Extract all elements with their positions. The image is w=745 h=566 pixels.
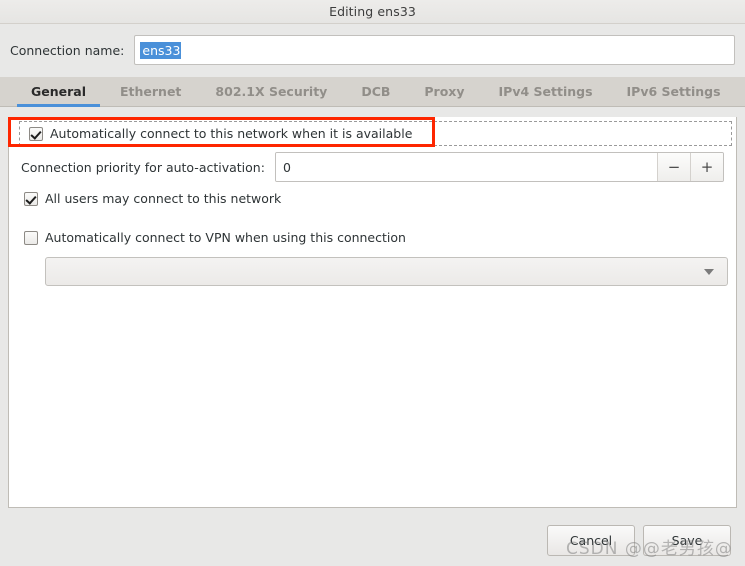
settings-tabbar: General Ethernet 802.1X Security DCB Pro… (0, 77, 745, 107)
tab-ethernet[interactable]: Ethernet (103, 77, 198, 106)
tab-dcb[interactable]: DCB (344, 77, 407, 106)
connection-priority-stepper[interactable]: 0 − + (274, 152, 724, 182)
connection-name-input[interactable]: ens33 (134, 35, 735, 65)
all-users-label: All users may connect to this network (45, 191, 282, 206)
plus-icon[interactable]: + (690, 153, 723, 181)
connection-name-value: ens33 (140, 41, 182, 59)
connection-name-row: Connection name: ens33 (0, 24, 745, 66)
cancel-button[interactable]: Cancel (547, 525, 635, 556)
auto-vpn-label: Automatically connect to VPN when using … (45, 230, 406, 245)
connection-priority-value[interactable]: 0 (275, 153, 657, 181)
all-users-row[interactable]: All users may connect to this network (24, 191, 281, 206)
auto-vpn-row[interactable]: Automatically connect to VPN when using … (24, 230, 406, 245)
general-tab-panel: Automatically connect to this network wh… (8, 117, 737, 508)
tab-general[interactable]: General (14, 77, 103, 107)
connection-priority-row: Connection priority for auto-activation:… (21, 151, 724, 183)
vpn-connection-dropdown[interactable] (45, 257, 728, 286)
tab-8021x-security[interactable]: 802.1X Security (198, 77, 344, 106)
auto-connect-row[interactable]: Automatically connect to this network wh… (19, 121, 732, 146)
dialog-footer: Cancel Save (0, 515, 745, 566)
save-button[interactable]: Save (643, 525, 731, 556)
connection-priority-label: Connection priority for auto-activation: (21, 159, 265, 175)
auto-connect-checkbox[interactable] (29, 126, 43, 141)
auto-vpn-checkbox[interactable] (24, 230, 38, 245)
minus-icon[interactable]: − (657, 153, 690, 181)
connection-name-label: Connection name: (10, 42, 125, 58)
window-title: Editing ens33 (329, 4, 416, 19)
auto-connect-label: Automatically connect to this network wh… (50, 126, 413, 141)
tab-ipv4-settings[interactable]: IPv4 Settings (482, 77, 610, 106)
window-titlebar: Editing ens33 (0, 0, 745, 24)
all-users-checkbox[interactable] (24, 191, 38, 206)
chevron-down-icon (704, 268, 714, 275)
tab-ipv6-settings[interactable]: IPv6 Settings (610, 77, 738, 106)
tab-proxy[interactable]: Proxy (407, 77, 481, 106)
